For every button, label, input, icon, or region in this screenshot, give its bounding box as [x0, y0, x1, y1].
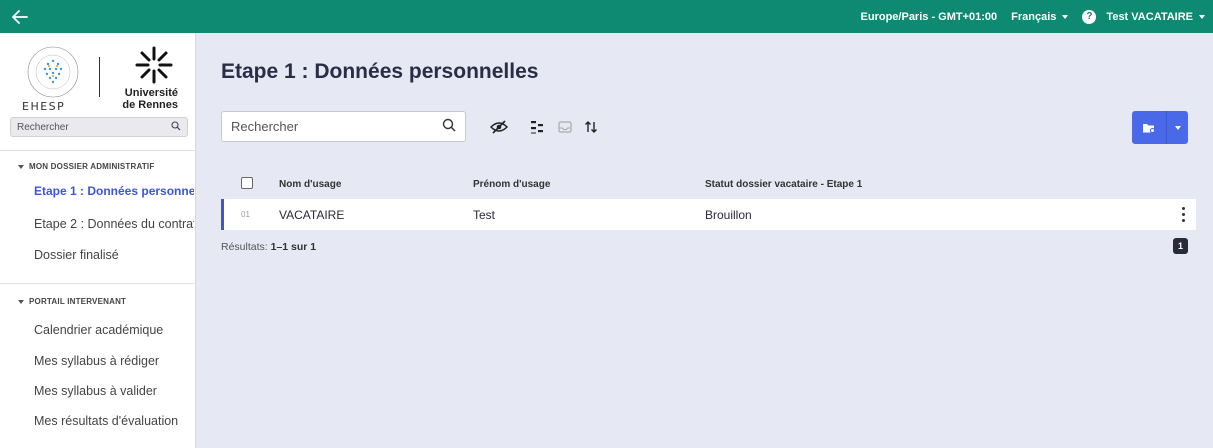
sidebar-item-resultats-evaluation[interactable]: Mes résultats d'évaluation [34, 414, 194, 428]
chevron-down-icon [1174, 125, 1181, 130]
column-header-nom[interactable]: Nom d'usage [279, 179, 341, 190]
universite-rennes-logo [135, 46, 173, 84]
page-title: Etape 1 : Données personnelles [221, 60, 539, 83]
action-dropdown-button[interactable] [1166, 111, 1188, 144]
top-bar: Europe/Paris - GMT+01:00 Français ? Test… [0, 0, 1213, 33]
folder-settings-icon [1143, 123, 1156, 133]
section-mon-dossier[interactable]: MON DOSSIER ADMINISTRATIF [18, 162, 154, 171]
folder-settings-button[interactable] [1132, 111, 1166, 144]
eye-off-icon[interactable] [490, 118, 508, 136]
divider [0, 150, 196, 151]
filter-columns-icon[interactable] [528, 118, 546, 136]
ehesp-seal-logo [27, 46, 79, 98]
caret-down-icon [18, 164, 24, 169]
universite-rennes-wordmark: Université de Rennes [122, 87, 178, 111]
search-icon[interactable] [171, 120, 181, 134]
sidebar-item-etape-1[interactable]: Etape 1 : Données personne... [34, 184, 194, 198]
search-input[interactable]: Rechercher [221, 111, 466, 142]
divider [0, 283, 196, 284]
sidebar-item-etape-2[interactable]: Etape 2 : Données du contrat [34, 217, 194, 231]
language-dropdown[interactable]: Français [1011, 10, 1069, 23]
language-label: Français [1011, 10, 1057, 23]
cell-statut: Brouillon [705, 208, 752, 222]
sidebar-item-dossier-finalise[interactable]: Dossier finalisé [34, 248, 194, 262]
chevron-down-icon [1199, 14, 1205, 19]
table-row[interactable]: 01 VACATAIRE Test Brouillon [221, 199, 1196, 230]
sidebar-item-syllabus-valider[interactable]: Mes syllabus à valider [34, 384, 194, 398]
column-header-prenom[interactable]: Prénom d'usage [473, 179, 550, 190]
more-vertical-icon[interactable] [1179, 205, 1187, 223]
logo-divider [99, 57, 100, 97]
table-header: Nom d'usage Prénom d'usage Statut dossie… [221, 173, 1196, 197]
section-portail-intervenant[interactable]: PORTAIL INTERVENANT [18, 297, 126, 306]
chevron-down-icon [1062, 14, 1069, 19]
pagination-page[interactable]: 1 [1173, 238, 1188, 254]
timezone-label: Europe/Paris - GMT+01:00 [860, 10, 998, 23]
help-icon[interactable]: ? [1082, 9, 1097, 24]
sort-icon[interactable] [582, 118, 600, 136]
action-split-button [1132, 111, 1188, 144]
search-icon[interactable] [442, 118, 456, 135]
cell-nom: VACATAIRE [279, 208, 345, 222]
results-summary: Résultats: 1–1 sur 1 [221, 241, 317, 253]
back-arrow-icon[interactable] [0, 0, 40, 33]
cell-prenom: Test [473, 208, 496, 222]
user-name: Test VACATAIRE [1106, 10, 1193, 23]
logos: EHESP Université de Rennes [18, 43, 188, 115]
caret-down-icon [18, 299, 24, 304]
sidebar: EHESP Université de Rennes Rechercher MO… [0, 33, 196, 448]
ehesp-wordmark: EHESP [22, 100, 66, 113]
sidebar-item-calendrier[interactable]: Calendrier académique [34, 323, 194, 337]
user-menu[interactable]: Test VACATAIRE [1106, 11, 1205, 23]
select-all-checkbox[interactable] [241, 177, 253, 189]
column-header-statut[interactable]: Statut dossier vacataire - Etape 1 [705, 179, 862, 190]
sidebar-search-input[interactable]: Rechercher [10, 117, 188, 137]
inbox-icon[interactable] [556, 118, 574, 136]
row-number: 01 [241, 210, 250, 219]
sidebar-item-syllabus-rediger[interactable]: Mes syllabus à rédiger [34, 354, 194, 368]
